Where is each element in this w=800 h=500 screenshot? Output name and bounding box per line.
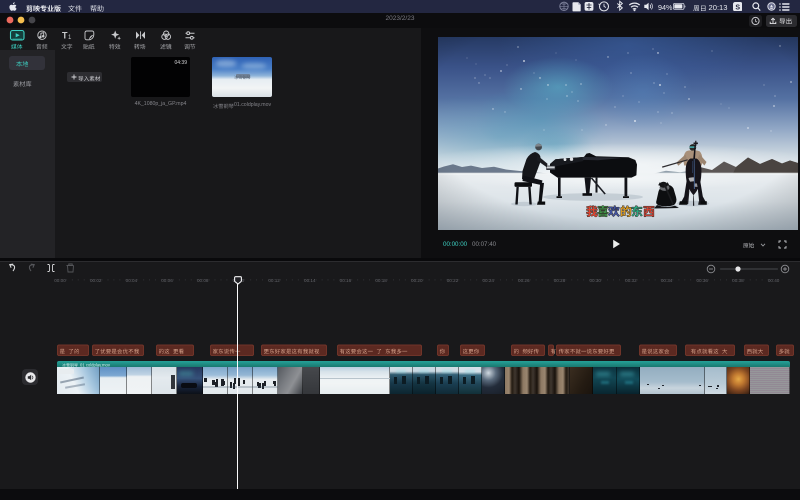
- svg-text:00:04: 00:04: [126, 278, 138, 283]
- svg-text:00:06: 00:06: [161, 278, 173, 283]
- svg-text:S: S: [735, 4, 740, 11]
- svg-text:00:20: 00:20: [411, 278, 423, 283]
- svg-text:00:02: 00:02: [90, 278, 102, 283]
- svg-text:00:14: 00:14: [304, 278, 316, 283]
- svg-text:00:36: 00:36: [696, 278, 708, 283]
- svg-text:00:18: 00:18: [375, 278, 387, 283]
- svg-text:00:22: 00:22: [447, 278, 459, 283]
- svg-text:00:12: 00:12: [268, 278, 280, 283]
- svg-text:00:28: 00:28: [554, 278, 566, 283]
- svg-text:00:38: 00:38: [732, 278, 744, 283]
- svg-text:1: 1: [68, 35, 72, 41]
- svg-text:00:30: 00:30: [589, 278, 601, 283]
- svg-text:00:16: 00:16: [340, 278, 352, 283]
- svg-text:00:40: 00:40: [768, 278, 780, 283]
- svg-text:00:08: 00:08: [197, 278, 209, 283]
- svg-text:00:00: 00:00: [54, 278, 66, 283]
- svg-text:00:24: 00:24: [482, 278, 494, 283]
- svg-text:00:26: 00:26: [518, 278, 530, 283]
- svg-text:00:32: 00:32: [625, 278, 637, 283]
- svg-text:00:34: 00:34: [661, 278, 673, 283]
